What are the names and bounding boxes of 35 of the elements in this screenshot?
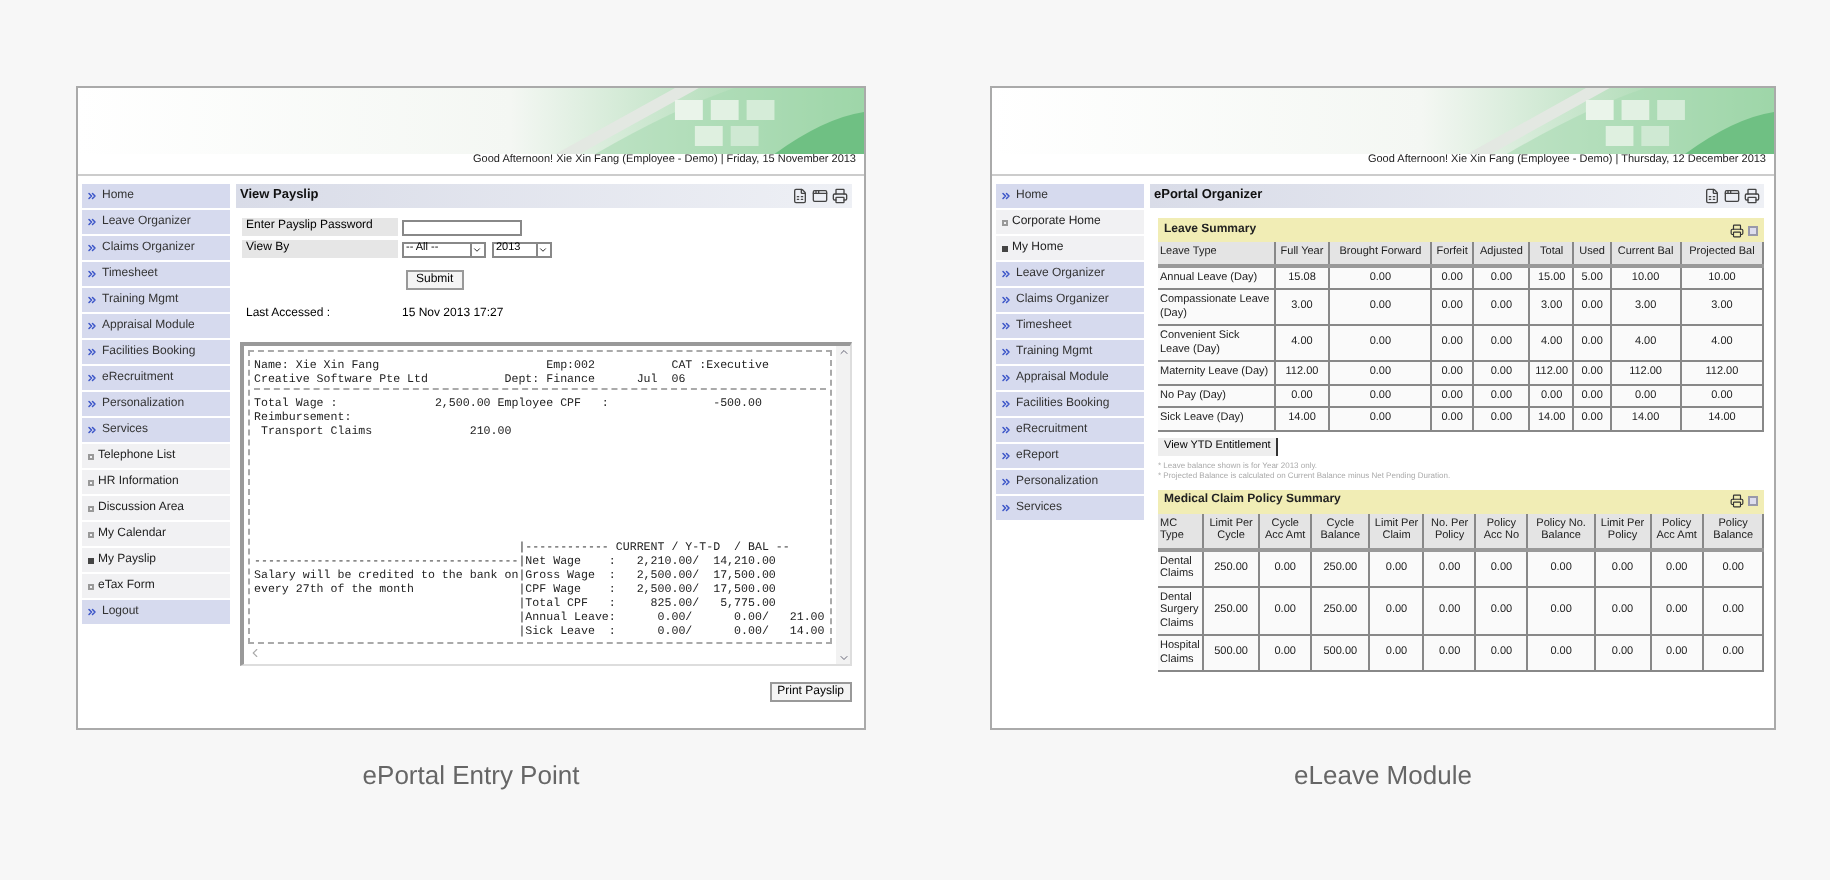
chevrons-icon bbox=[1000, 372, 1012, 384]
chevrons-icon bbox=[86, 398, 98, 410]
chevrons-icon bbox=[1000, 346, 1012, 358]
chevrons-icon bbox=[86, 242, 98, 254]
chevrons-icon bbox=[86, 606, 98, 618]
chevrons-icon bbox=[86, 424, 98, 436]
caption: eLeave Module bbox=[1294, 758, 1472, 794]
caret-icon bbox=[470, 243, 482, 255]
chevrons-icon bbox=[1000, 190, 1012, 202]
chevrons-icon bbox=[1000, 424, 1012, 436]
print-icon[interactable] bbox=[1730, 223, 1744, 237]
chevrons-icon bbox=[1000, 268, 1012, 280]
export-icon[interactable] bbox=[1704, 188, 1720, 204]
export-icon[interactable] bbox=[792, 188, 808, 204]
chevrons-icon bbox=[1000, 450, 1012, 462]
caption: ePortal Entry Point bbox=[362, 758, 580, 794]
chevrons-icon bbox=[86, 190, 98, 202]
print-icon[interactable] bbox=[832, 188, 848, 204]
chevrons-icon bbox=[1000, 476, 1012, 488]
window-icon[interactable] bbox=[1724, 188, 1740, 204]
chevrons-icon bbox=[1000, 320, 1012, 332]
chevrons-icon bbox=[86, 294, 98, 306]
chevrons-icon bbox=[86, 320, 98, 332]
chevrons-icon bbox=[86, 346, 98, 358]
chevrons-icon bbox=[1000, 502, 1012, 514]
chevrons-icon bbox=[1000, 398, 1012, 410]
print-icon[interactable] bbox=[1730, 494, 1744, 508]
chevrons-icon bbox=[86, 216, 98, 228]
chevrons-icon bbox=[86, 372, 98, 384]
print-icon[interactable] bbox=[1744, 188, 1760, 204]
password-field[interactable] bbox=[402, 219, 522, 235]
chevrons-icon bbox=[86, 268, 98, 280]
window-icon[interactable] bbox=[812, 188, 828, 204]
caret-icon bbox=[536, 243, 548, 255]
chevrons-icon bbox=[1000, 294, 1012, 306]
